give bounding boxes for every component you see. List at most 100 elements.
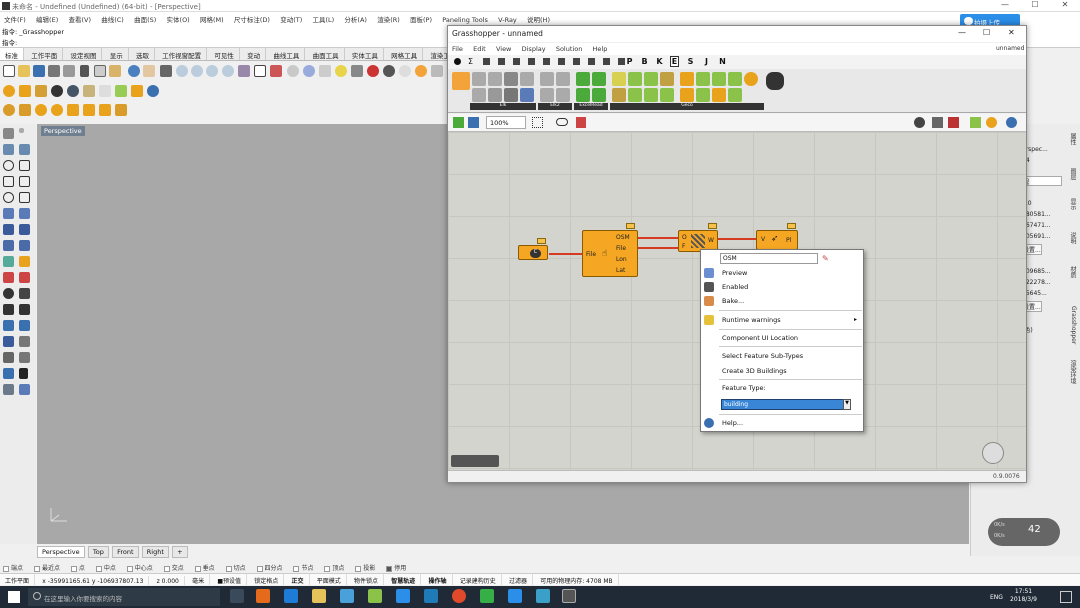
mirror-icon[interactable]: [19, 336, 30, 347]
render-icon[interactable]: [383, 65, 395, 77]
notification-icon[interactable]: [1060, 591, 1072, 603]
omni-light-icon[interactable]: [35, 104, 47, 116]
app-icon[interactable]: [368, 589, 382, 603]
status-planar[interactable]: 平面模式: [312, 574, 347, 585]
gh-osm-node[interactable]: File ☝ OSM File Lon Lat: [582, 230, 638, 277]
rotate-view-icon[interactable]: [160, 65, 172, 77]
light-icon[interactable]: [335, 65, 347, 77]
check-icon[interactable]: [19, 368, 28, 379]
zoom-extents-icon[interactable]: [206, 65, 218, 77]
render-preview-icon[interactable]: [399, 65, 411, 77]
osnap-center[interactable]: 中心点: [126, 563, 153, 572]
status-smarttrack[interactable]: 智慧轨迹: [386, 574, 422, 585]
gh-elk-topo-icon[interactable]: [488, 72, 502, 86]
gh-geco-h-icon[interactable]: [728, 72, 742, 86]
gh-excel-read-icon[interactable]: [576, 72, 590, 86]
status-gumball[interactable]: 操作轴: [424, 574, 453, 585]
rotate-icon[interactable]: [3, 320, 14, 331]
status-ortho[interactable]: 正交: [287, 574, 310, 585]
gh-cat-sets-icon[interactable]: [483, 58, 490, 65]
osnap-point[interactable]: 点: [70, 563, 85, 572]
ellipse-icon[interactable]: [3, 192, 14, 203]
vp-tab-top[interactable]: Top: [87, 546, 109, 558]
dimension-icon[interactable]: [19, 352, 30, 363]
vray-proxy-icon[interactable]: [99, 85, 111, 97]
new-file-icon[interactable]: [3, 65, 15, 77]
vray-material-icon[interactable]: [3, 85, 15, 97]
osnap-disable[interactable]: 停用: [386, 563, 406, 572]
gh-open-icon[interactable]: [453, 117, 464, 128]
boolean-icon[interactable]: [19, 240, 30, 251]
taskbar-search[interactable]: 在这里输入你要搜索的内容: [28, 588, 220, 606]
status-grid-snap[interactable]: 锁定格点: [249, 574, 285, 585]
show-icon[interactable]: [303, 65, 315, 77]
vp-tab-perspective[interactable]: Perspective: [37, 546, 85, 558]
gh-cat-vector-icon[interactable]: [498, 58, 505, 65]
gh-zoom-extents-icon[interactable]: [532, 117, 543, 128]
explorer-icon[interactable]: [312, 589, 326, 603]
free-form-icon[interactable]: [19, 192, 30, 203]
side-tab-layers[interactable]: 图层: [1067, 168, 1077, 180]
side-tab-materials[interactable]: 材质: [1067, 266, 1077, 278]
undo-view-icon[interactable]: [238, 65, 250, 77]
vray-sun-icon[interactable]: [131, 85, 143, 97]
sketchup-icon[interactable]: [536, 589, 550, 603]
wechat-icon[interactable]: [480, 589, 494, 603]
osnap-end[interactable]: 端点: [3, 563, 23, 572]
gh-cat-surface-icon[interactable]: [528, 58, 535, 65]
gh-excel-close-icon[interactable]: [592, 88, 606, 102]
gh-menu-help[interactable]: Help: [589, 43, 612, 55]
tab-cplane[interactable]: 工作平面: [26, 48, 64, 60]
gh-geco-grid-icon[interactable]: [660, 72, 674, 86]
gh-render-icon[interactable]: [986, 117, 997, 128]
gh-cat-p[interactable]: P: [625, 57, 634, 67]
curve-icon[interactable]: [19, 144, 30, 155]
side-tab-display[interactable]: 显示: [1067, 198, 1077, 210]
menu-create-3d-buildings[interactable]: Create 3D Buildings: [722, 367, 787, 375]
menu-component-ui-location[interactable]: Component UI Location: [722, 334, 798, 342]
light-lister-icon[interactable]: [115, 104, 127, 116]
directional-light-icon[interactable]: [83, 104, 95, 116]
chrome-icon[interactable]: [452, 589, 466, 603]
tab-solid-tools[interactable]: 实体工具: [347, 48, 384, 60]
vray-fur-icon[interactable]: [115, 85, 127, 97]
gh-cat-j[interactable]: J: [702, 57, 711, 67]
gh-geco-i-icon[interactable]: [744, 72, 758, 86]
join-icon[interactable]: [3, 288, 14, 299]
side-tab-grasshopper[interactable]: Grasshopper: [1067, 306, 1077, 344]
hide-icon[interactable]: [287, 65, 299, 77]
gh-cat-s[interactable]: S: [686, 57, 695, 67]
gh-geco-l-icon[interactable]: [712, 88, 726, 102]
close-button[interactable]: ✕: [1050, 0, 1080, 12]
vray-light-icon[interactable]: [83, 85, 95, 97]
gh-close-button[interactable]: ✕: [1008, 28, 1015, 37]
analyze-icon[interactable]: [3, 368, 14, 379]
gh-cat-params-icon[interactable]: [454, 58, 461, 65]
gh-osm-component-icon[interactable]: [452, 72, 470, 90]
point-icon[interactable]: [19, 128, 24, 133]
import-icon[interactable]: [63, 65, 75, 77]
gh-save-icon[interactable]: [468, 117, 479, 128]
gh-canvas-widget[interactable]: [451, 455, 499, 467]
gh-sketch-icon[interactable]: [576, 117, 586, 128]
gh-geco-d-icon[interactable]: [660, 88, 674, 102]
tab-viewport-layout[interactable]: 工作视窗配置: [157, 48, 208, 60]
gh-geco-k-icon[interactable]: [696, 88, 710, 102]
gh-geco-export-icon[interactable]: [612, 72, 626, 86]
gh-geco-j-icon[interactable]: [680, 88, 694, 102]
osnap-vertex[interactable]: 顶点: [324, 563, 344, 572]
sphere-icon[interactable]: [19, 224, 30, 235]
explode-icon[interactable]: [19, 288, 30, 299]
gh-menu-file[interactable]: File: [448, 43, 467, 55]
arc-icon[interactable]: [19, 160, 30, 171]
viewport-label[interactable]: Perspective: [41, 126, 85, 136]
gh-cat-transform-icon[interactable]: [573, 58, 580, 65]
system-clock[interactable]: 17:51 2018/3/9: [1010, 588, 1037, 604]
windows-start-icon[interactable]: [8, 591, 20, 603]
select-arrow-icon[interactable]: [3, 128, 14, 139]
tab-visibility[interactable]: 可见性: [209, 48, 240, 60]
maximize-button[interactable]: ☐: [1020, 0, 1050, 12]
gh-cat-maths-icon[interactable]: Σ: [468, 57, 473, 66]
gh-geco-b-icon[interactable]: [628, 88, 642, 102]
input-language[interactable]: ENG: [990, 594, 1003, 601]
